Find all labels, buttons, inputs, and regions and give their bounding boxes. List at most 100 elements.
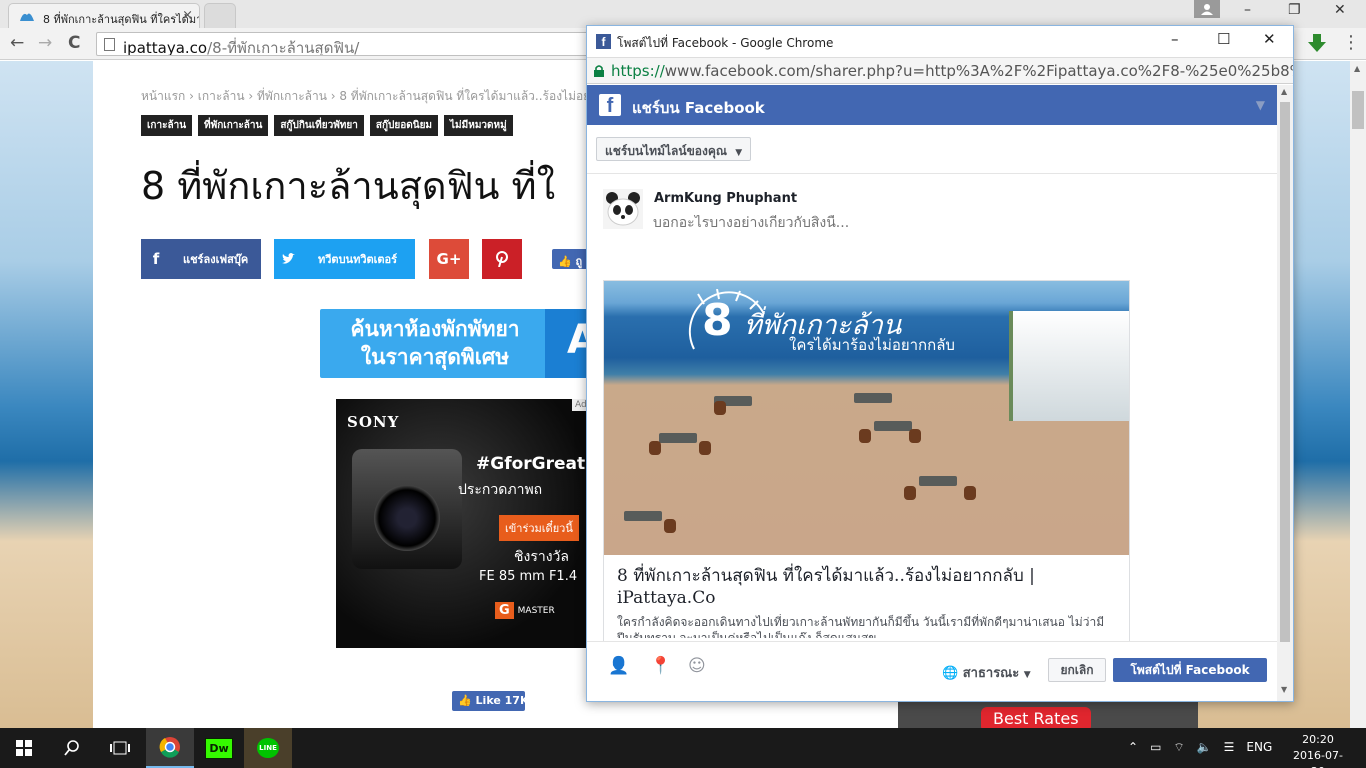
ad-join-button[interactable]: เข้าร่วมเดี๋ยวนี้ [499, 515, 579, 541]
page-scroll-thumb[interactable] [1352, 91, 1364, 129]
compose-input[interactable] [653, 215, 1213, 231]
popup-scroll-thumb[interactable] [1280, 102, 1290, 642]
panda-avatar-icon [603, 189, 643, 229]
start-button[interactable] [0, 728, 48, 768]
browser-tab-strip: 8 ที่พักเกาะล้านสุดฟิน ที่ใครได้มาแล้ว ×… [0, 0, 1366, 28]
best-rates-banner[interactable]: Best Rates [898, 701, 1198, 728]
share-facebook-button[interactable]: f แชร์ลงเฟสบุ๊ค [141, 239, 261, 279]
ipattaya-favicon-icon [20, 13, 34, 21]
terrace-chair [649, 441, 661, 455]
popup-scrollbar[interactable]: ▲ ▼ [1277, 85, 1293, 701]
forward-arrow-icon[interactable]: → [38, 33, 52, 53]
fb-share-body: แชร์บนไทม์ไลน์ของคุณ ▼ ArmKung Phuphant … [587, 125, 1277, 701]
task-view-button[interactable] [96, 728, 144, 768]
breadcrumb[interactable]: หน้าแรก › เกาะล้าน › ที่พักเกาะล้าน › 8 … [141, 87, 604, 106]
share-twitter-button[interactable]: ทวีตบนทวิตเตอร์ [274, 239, 415, 279]
close-icon[interactable]: ✕ [1334, 2, 1346, 18]
sony-advertisement[interactable]: SONY #GforGreatm ประกวดภาพถ เข้าร่วมเดี๋… [336, 399, 596, 648]
user-icon [1201, 4, 1213, 15]
battery-icon[interactable]: ▭ [1150, 740, 1161, 755]
facebook-icon: f [152, 250, 160, 268]
share-header-title: แชร์บน Facebook [632, 99, 765, 117]
notification-icon[interactable]: ☰ [1224, 740, 1235, 755]
line-taskbar-button[interactable]: LINE [244, 728, 292, 768]
audience-label: สาธารณะ [962, 666, 1020, 681]
like-bottom-label: Like 17K [475, 694, 529, 707]
terrace-table [624, 511, 662, 521]
hotel-search-banner[interactable]: ค้นหาห้องพักพัทยา ในราคาสุดพิเศษ A [320, 309, 620, 378]
share-target-dropdown[interactable]: แชร์บนไทม์ไลน์ของคุณ ▼ [596, 137, 752, 161]
search-button[interactable] [48, 728, 96, 768]
terrace-chair [714, 401, 726, 415]
location-pin-icon[interactable]: 📍 [650, 656, 671, 676]
article-title: 8 ที่พักเกาะล้านสุดฟิน ที่ใ [141, 164, 556, 208]
volume-icon[interactable]: 🔈 [1197, 740, 1212, 755]
share-footer: 👤 📍 ☺ 🌐 สาธารณะ ▼ ยกเลิก โพสต์ไปที่ Face… [587, 641, 1277, 701]
chevron-up-icon[interactable]: ⌃ [1128, 740, 1138, 755]
tag-item[interactable]: เกาะล้าน [141, 115, 193, 136]
g-master-text: MASTER [517, 605, 555, 616]
tag-item[interactable]: ที่พักเกาะล้าน [198, 115, 269, 136]
clock-time: 20:20 [1302, 733, 1334, 746]
tag-list: เกาะล้าน ที่พักเกาะล้าน สกู๊ปกินเที่ยวพั… [141, 115, 513, 136]
url-host: ipattaya.co [123, 39, 208, 56]
g-master-logo: G MASTER [495, 602, 555, 619]
facebook-like-button-bottom[interactable]: 👍 Like 17K [452, 691, 528, 711]
facebook-logo-icon: f [599, 94, 621, 117]
page-scrollbar[interactable]: ▲ [1350, 61, 1366, 728]
preview-image: 8 ที่พักเกาะล้าน ใครได้มาร้องไม่อยากกลับ [604, 281, 1129, 555]
popup-maximize-icon[interactable]: ☐ [1217, 30, 1230, 48]
chrome-taskbar-button[interactable] [146, 728, 194, 768]
download-arrow-icon[interactable] [1306, 32, 1328, 54]
tab-close-icon[interactable]: × [182, 8, 193, 23]
share-pinterest-button[interactable] [482, 239, 522, 279]
scroll-up-icon[interactable]: ▲ [1354, 64, 1360, 73]
wifi-icon[interactable]: ⌔ [1173, 740, 1184, 755]
share-gplus-button[interactable]: G+ [429, 239, 469, 279]
dreamweaver-icon: Dw [205, 737, 233, 759]
address-bar[interactable]: ipattaya.co/8-ที่พักเกาะล้านสุดฟิน/ [96, 32, 596, 56]
minimize-icon[interactable]: – [1244, 2, 1251, 18]
popup-address-bar[interactable]: https://www.facebook.com/sharer.php?u=ht… [587, 57, 1293, 84]
tag-item[interactable]: ไม่มีหมวดหมู่ [444, 115, 513, 136]
language-indicator[interactable]: ENG [1246, 740, 1272, 755]
tag-item[interactable]: สกู๊ปยอดนิยม [369, 115, 439, 136]
post-to-facebook-button[interactable]: โพสต์ไปที่ Facebook [1113, 658, 1267, 682]
terrace-chair [699, 441, 711, 455]
terrace-chair [859, 429, 871, 443]
back-arrow-icon[interactable]: ← [10, 33, 24, 53]
popup-minimize-icon[interactable]: – [1171, 30, 1179, 48]
audience-selector[interactable]: 🌐 สาธารณะ ▼ [942, 662, 1031, 683]
banner-line2: ในราคาสุดพิเศษ [360, 345, 510, 369]
chrome-menu-icon[interactable]: ⋮ [1342, 32, 1360, 53]
popup-titlebar[interactable]: f โพสต์ไปที่ Facebook - Google Chrome – … [587, 26, 1293, 57]
url-path: /8-ที่พักเกาะล้านสุดฟิน/ [207, 39, 360, 56]
browser-tab-active[interactable]: 8 ที่พักเกาะล้านสุดฟิน ที่ใครได้มาแล้ว × [8, 3, 200, 28]
lens-glass [374, 485, 440, 551]
cancel-button[interactable]: ยกเลิก [1048, 658, 1106, 682]
tag-friends-icon[interactable]: 👤 [608, 656, 629, 676]
ad-hashtag: #GforGreatm [476, 454, 596, 474]
clock[interactable]: 20:20 2016-07-20 [1290, 732, 1346, 768]
chevron-down-icon[interactable]: ▼ [1256, 98, 1265, 112]
maximize-icon[interactable]: ❐ [1288, 2, 1301, 18]
preview-slogan-number: 8 [702, 295, 733, 346]
task-view-icon [110, 741, 130, 755]
scroll-up-icon[interactable]: ▲ [1281, 87, 1287, 96]
scroll-down-icon[interactable]: ▼ [1281, 685, 1287, 694]
camera-lens-image [352, 449, 462, 569]
feeling-smiley-icon[interactable]: ☺ [688, 656, 706, 676]
fb-share-header: f แชร์บน Facebook ▼ [587, 85, 1277, 125]
tag-item[interactable]: สกู๊ปกินเที่ยวพัทยา [274, 115, 364, 136]
dreamweaver-taskbar-button[interactable]: Dw [195, 728, 243, 768]
link-preview-card[interactable]: 8 ที่พักเกาะล้าน ใครได้มาร้องไม่อยากกลับ [603, 280, 1130, 665]
popup-close-icon[interactable]: ✕ [1263, 30, 1276, 48]
facebook-icon: f [596, 34, 611, 49]
tab-title: 8 ที่พักเกาะล้านสุดฟิน ที่ใครได้มาแล้ว [43, 13, 199, 26]
profile-button[interactable] [1194, 0, 1220, 18]
user-name[interactable]: ArmKung Phuphant [654, 191, 797, 206]
thumbs-up-icon: 👍 [458, 694, 472, 707]
reload-icon[interactable]: C [68, 33, 80, 53]
new-tab-button[interactable] [204, 3, 236, 28]
avatar[interactable] [603, 189, 643, 229]
